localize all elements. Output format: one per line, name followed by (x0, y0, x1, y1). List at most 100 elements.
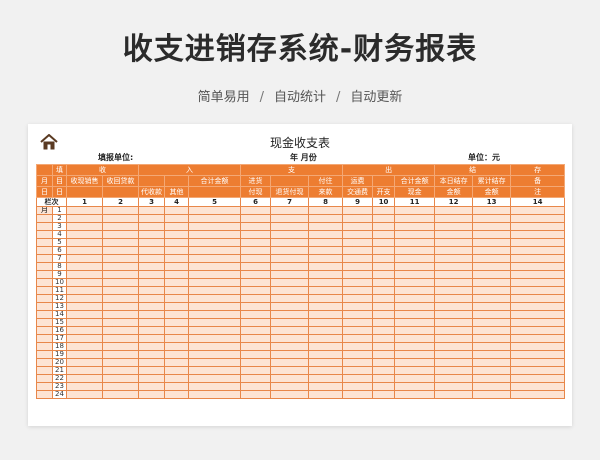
table-cell[interactable] (308, 214, 344, 223)
table-cell[interactable] (102, 366, 139, 375)
table-cell[interactable] (102, 206, 139, 215)
table-cell[interactable] (240, 262, 272, 271)
table-cell[interactable] (372, 318, 396, 327)
table-cell[interactable] (394, 366, 436, 375)
table-cell[interactable] (240, 342, 272, 351)
month-cell[interactable] (36, 310, 53, 319)
table-cell[interactable] (270, 278, 310, 287)
table-cell[interactable] (102, 358, 139, 367)
table-cell[interactable] (434, 286, 474, 295)
table-cell[interactable] (187, 302, 242, 311)
table-cell[interactable] (434, 294, 474, 303)
table-cell[interactable] (187, 326, 242, 335)
table-cell[interactable] (434, 366, 474, 375)
table-cell[interactable] (434, 302, 474, 311)
table-cell[interactable] (66, 390, 103, 399)
table-cell[interactable] (270, 262, 310, 271)
table-cell[interactable] (240, 310, 272, 319)
table-cell[interactable] (434, 246, 474, 255)
table-cell[interactable] (308, 310, 344, 319)
table-cell[interactable] (342, 382, 374, 391)
table-cell[interactable] (434, 326, 474, 335)
table-cell[interactable] (164, 246, 189, 255)
table-cell[interactable] (372, 310, 396, 319)
table-cell[interactable] (187, 254, 242, 263)
table-cell[interactable] (270, 230, 310, 239)
table-cell[interactable] (164, 334, 189, 343)
month-cell[interactable] (36, 254, 53, 263)
table-cell[interactable] (102, 230, 139, 239)
table-cell[interactable] (102, 310, 139, 319)
table-cell[interactable] (240, 206, 272, 215)
table-cell[interactable] (187, 246, 242, 255)
table-cell[interactable] (102, 222, 139, 231)
table-cell[interactable] (308, 374, 344, 383)
table-cell[interactable] (372, 278, 396, 287)
table-cell[interactable] (510, 238, 566, 247)
table-cell[interactable] (138, 358, 165, 367)
table-cell[interactable] (372, 382, 396, 391)
table-cell[interactable] (66, 310, 103, 319)
table-cell[interactable] (240, 230, 272, 239)
table-cell[interactable] (372, 262, 396, 271)
table-cell[interactable] (240, 246, 272, 255)
table-cell[interactable] (510, 230, 566, 239)
table-cell[interactable] (187, 262, 242, 271)
table-cell[interactable] (434, 222, 474, 231)
table-cell[interactable] (138, 238, 165, 247)
table-cell[interactable] (66, 358, 103, 367)
table-cell[interactable] (187, 390, 242, 399)
table-cell[interactable] (394, 278, 436, 287)
table-cell[interactable] (472, 342, 512, 351)
table-cell[interactable] (240, 214, 272, 223)
table-cell[interactable] (372, 214, 396, 223)
month-cell[interactable] (36, 334, 53, 343)
table-cell[interactable] (138, 382, 165, 391)
month-cell[interactable] (36, 382, 53, 391)
table-cell[interactable] (187, 230, 242, 239)
month-cell[interactable] (36, 390, 53, 399)
table-cell[interactable] (472, 270, 512, 279)
table-cell[interactable] (472, 318, 512, 327)
table-cell[interactable] (270, 238, 310, 247)
table-cell[interactable] (270, 342, 310, 351)
table-cell[interactable] (164, 326, 189, 335)
table-cell[interactable] (342, 230, 374, 239)
table-cell[interactable] (138, 302, 165, 311)
table-cell[interactable] (102, 278, 139, 287)
table-cell[interactable] (240, 374, 272, 383)
table-cell[interactable] (472, 214, 512, 223)
table-cell[interactable] (472, 238, 512, 247)
table-cell[interactable] (372, 254, 396, 263)
table-cell[interactable] (164, 278, 189, 287)
table-cell[interactable] (434, 334, 474, 343)
table-cell[interactable] (472, 350, 512, 359)
table-cell[interactable] (102, 246, 139, 255)
table-cell[interactable] (472, 278, 512, 287)
table-cell[interactable] (187, 222, 242, 231)
table-cell[interactable] (510, 374, 566, 383)
table-cell[interactable] (342, 342, 374, 351)
table-cell[interactable] (434, 230, 474, 239)
table-cell[interactable] (164, 254, 189, 263)
table-cell[interactable] (102, 390, 139, 399)
table-cell[interactable] (372, 222, 396, 231)
table-cell[interactable] (394, 334, 436, 343)
table-cell[interactable] (434, 238, 474, 247)
table-cell[interactable] (102, 214, 139, 223)
table-cell[interactable] (434, 262, 474, 271)
table-cell[interactable] (138, 366, 165, 375)
table-cell[interactable] (308, 222, 344, 231)
table-cell[interactable] (472, 222, 512, 231)
table-cell[interactable] (240, 350, 272, 359)
table-cell[interactable] (164, 262, 189, 271)
table-cell[interactable] (102, 350, 139, 359)
table-cell[interactable] (394, 238, 436, 247)
table-cell[interactable] (308, 302, 344, 311)
table-cell[interactable] (102, 374, 139, 383)
table-cell[interactable] (308, 206, 344, 215)
table-cell[interactable] (240, 286, 272, 295)
table-cell[interactable] (510, 358, 566, 367)
table-cell[interactable] (66, 222, 103, 231)
table-cell[interactable] (394, 326, 436, 335)
